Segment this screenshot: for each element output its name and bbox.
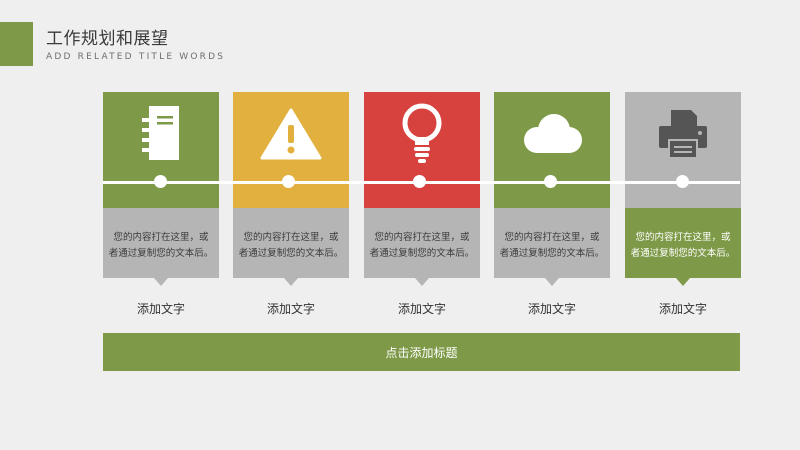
cloud-icon: [494, 104, 610, 164]
card-description: 您的内容打在这里，或 者通过复制您的文本后。: [238, 232, 344, 259]
card-pointer: [545, 278, 559, 286]
header-accent-block: [0, 22, 33, 66]
notebook-icon: [103, 104, 219, 164]
lightbulb-icon: [364, 103, 480, 164]
card-pointer: [154, 278, 168, 286]
card-top: [233, 92, 349, 208]
add-title-button[interactable]: 点击添加标题: [103, 333, 740, 371]
timeline-dot: [282, 175, 295, 188]
card-label[interactable]: 添加文字: [233, 300, 349, 317]
card-bottom: 您的内容打在这里，或 者通过复制您的文本后。: [103, 208, 219, 286]
printer-icon: [625, 104, 741, 164]
card-top: [364, 92, 480, 208]
card-description: 您的内容打在这里，或 者通过复制您的文本后。: [630, 232, 736, 259]
card-top: [103, 92, 219, 208]
card-label[interactable]: 添加文字: [364, 300, 480, 317]
card-description: 您的内容打在这里，或 者通过复制您的文本后。: [369, 232, 475, 259]
timeline-dot: [544, 175, 557, 188]
card-label[interactable]: 添加文字: [103, 300, 219, 317]
card-pointer: [676, 278, 690, 286]
card-bottom: 您的内容打在这里，或 者通过复制您的文本后。: [625, 208, 741, 286]
timeline-dot: [413, 175, 426, 188]
timeline-dot: [676, 175, 689, 188]
card-bottom: 您的内容打在这里，或 者通过复制您的文本后。: [494, 208, 610, 286]
timeline-dot: [154, 175, 167, 188]
card-description: 您的内容打在这里，或 者通过复制您的文本后。: [108, 232, 214, 259]
card-label[interactable]: 添加文字: [625, 300, 741, 317]
card-description: 您的内容打在这里，或 者通过复制您的文本后。: [499, 232, 605, 259]
card-bottom: 您的内容打在这里，或 者通过复制您的文本后。: [233, 208, 349, 286]
page-title: 工作规划和展望: [46, 29, 169, 49]
warning-icon: [233, 104, 349, 164]
card-top: [494, 92, 610, 208]
add-title-label: 点击添加标题: [385, 345, 458, 360]
card-bottom: 您的内容打在这里，或 者通过复制您的文本后。: [364, 208, 480, 286]
page-subtitle: ADD RELATED TITLE WORDS: [46, 52, 226, 62]
card-top: [625, 92, 741, 208]
card-pointer: [284, 278, 298, 286]
card-label[interactable]: 添加文字: [494, 300, 610, 317]
card-pointer: [415, 278, 429, 286]
